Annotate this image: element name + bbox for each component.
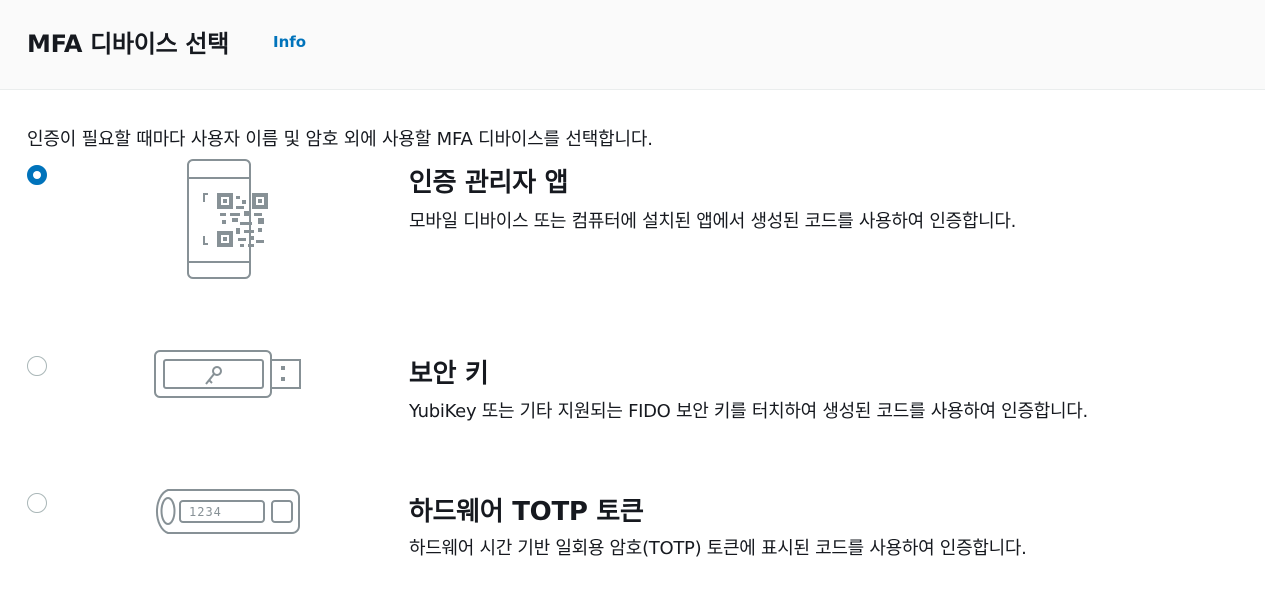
hardware-token-icon: 1234 [155, 489, 300, 534]
page-description: 인증이 필요할 때마다 사용자 이름 및 암호 외에 사용할 MFA 디바이스를… [27, 129, 653, 150]
token-display-value: 1234 [189, 505, 222, 519]
option-hardware-totp[interactable]: 1234 하드웨어 TOTP 토큰 하드웨어 시간 기반 일회용 암호(TOTP… [0, 478, 1265, 578]
option-desc-security-key: YubiKey 또는 기타 지원되는 FIDO 보안 키를 터치하여 생성된 코… [409, 401, 1088, 422]
option-title-hardware-totp: 하드웨어 TOTP 토큰 [409, 497, 644, 527]
option-title-authenticator-app: 인증 관리자 앱 [409, 168, 569, 198]
radio-hardware-totp[interactable] [27, 493, 47, 513]
page-header: MFA 디바이스 선택 Info [0, 0, 1265, 90]
radio-authenticator-app[interactable] [27, 165, 47, 185]
option-title-security-key: 보안 키 [409, 359, 489, 389]
radio-security-key[interactable] [27, 356, 47, 376]
usb-security-key-icon [154, 350, 301, 398]
phone-qr-icon [187, 159, 268, 279]
page-title: MFA 디바이스 선택 [27, 30, 229, 58]
option-security-key[interactable]: 보안 키 YubiKey 또는 기타 지원되는 FIDO 보안 키를 터치하여 … [0, 340, 1265, 440]
option-authenticator-app[interactable]: 인증 관리자 앱 모바일 디바이스 또는 컴퓨터에 설치된 앱에서 생성된 코드… [0, 150, 1265, 290]
option-desc-authenticator-app: 모바일 디바이스 또는 컴퓨터에 설치된 앱에서 생성된 코드를 사용하여 인증… [409, 211, 1017, 232]
option-desc-hardware-totp: 하드웨어 시간 기반 일회용 암호(TOTP) 토큰에 표시된 코드를 사용하여… [409, 538, 1027, 559]
info-link[interactable]: Info [273, 33, 306, 51]
